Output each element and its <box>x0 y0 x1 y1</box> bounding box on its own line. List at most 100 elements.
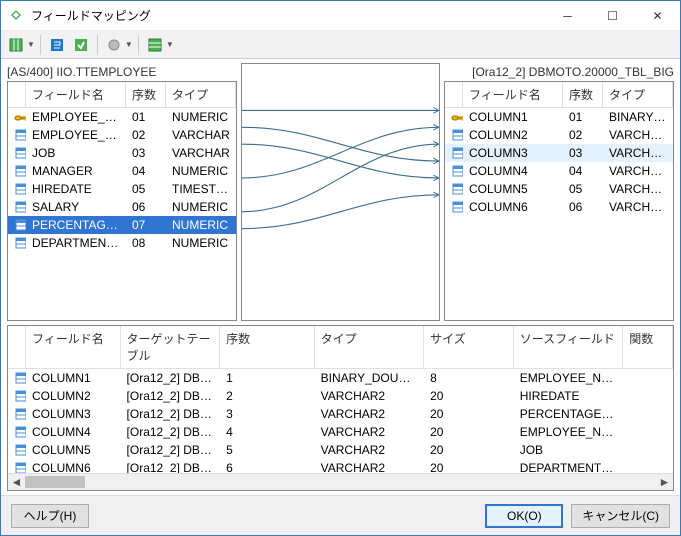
field-type: VARCHAR2 <box>315 406 424 422</box>
field-type: VARCHAR2 <box>603 199 673 215</box>
scrollbar-thumb[interactable] <box>25 476 85 488</box>
source-grid[interactable]: フィールド名 序数 タイプ EMPLOYEE_N...01NUMERICEMPL… <box>7 81 237 321</box>
table-row[interactable]: COLUMN1[Ora12_2] DBM...1BINARY_DOUBLE8EM… <box>8 369 673 387</box>
mapping-line[interactable] <box>242 144 439 212</box>
target-grid[interactable]: フィールド名 序数 タイプ COLUMN101BINARY_D...COLUMN… <box>444 81 674 321</box>
field-ordinal: 06 <box>126 199 166 215</box>
table-row[interactable]: COLUMN101BINARY_D... <box>445 108 673 126</box>
field-name: COLUMN4 <box>463 163 563 179</box>
col-header[interactable]: 関数 <box>623 326 673 368</box>
col-icon <box>14 371 26 385</box>
toolbar-btn-2[interactable] <box>46 34 68 56</box>
col-header[interactable]: ソースフィールド <box>514 326 623 368</box>
table-row[interactable]: PERCENTAGE...07NUMERIC <box>8 216 236 234</box>
field-name: COLUMN1 <box>26 370 121 386</box>
field-type: NUMERIC <box>166 109 236 125</box>
col-header[interactable]: サイズ <box>424 326 514 368</box>
table-row[interactable]: COLUMN303VARCHAR2 <box>445 144 673 162</box>
field-ordinal: 02 <box>126 127 166 143</box>
ok-button[interactable]: OK(O) <box>485 504 563 528</box>
col-icon <box>14 218 26 232</box>
scroll-right-icon[interactable]: ► <box>656 474 673 490</box>
mapping-canvas[interactable] <box>241 63 440 321</box>
field-size: 20 <box>424 388 514 404</box>
source-panel: [AS/400] IIO.TTEMPLOYEE フィールド名 序数 タイプ EM… <box>7 63 237 321</box>
field-ordinal: 03 <box>563 145 603 161</box>
scroll-left-icon[interactable]: ◄ <box>8 474 25 490</box>
col-icon <box>14 182 26 196</box>
field-func <box>623 395 673 397</box>
chevron-down-icon[interactable]: ▼ <box>125 40 133 49</box>
table-row[interactable]: EMPLOYEE_N...01NUMERIC <box>8 108 236 126</box>
toolbar-btn-5[interactable] <box>144 34 166 56</box>
table-row[interactable]: COLUMN6[Ora12_2] DBM...6VARCHAR220DEPART… <box>8 459 673 473</box>
col-icon <box>451 146 463 160</box>
field-type: VARCHAR <box>166 127 236 143</box>
table-row[interactable]: COLUMN2[Ora12_2] DBM...2VARCHAR220HIREDA… <box>8 387 673 405</box>
table-row[interactable]: COLUMN5[Ora12_2] DBM...5VARCHAR220JOB <box>8 441 673 459</box>
source-field: EMPLOYEE_NU... <box>514 370 623 386</box>
table-row[interactable]: COLUMN606VARCHAR2 <box>445 198 673 216</box>
mapping-line[interactable] <box>242 195 439 229</box>
field-ordinal: 5 <box>220 442 315 458</box>
toolbar-btn-4[interactable] <box>103 34 125 56</box>
cancel-button[interactable]: キャンセル(C) <box>571 504 670 528</box>
table-row[interactable]: JOB03VARCHAR <box>8 144 236 162</box>
table-row[interactable]: COLUMN4[Ora12_2] DBM...4VARCHAR220EMPLOY… <box>8 423 673 441</box>
col-header[interactable]: タイプ <box>166 82 236 107</box>
horizontal-scrollbar[interactable]: ◄ ► <box>8 473 673 490</box>
field-func <box>623 449 673 451</box>
col-header[interactable]: フィールド名 <box>26 326 121 368</box>
table-row[interactable]: COLUMN202VARCHAR2 <box>445 126 673 144</box>
field-ordinal: 04 <box>126 163 166 179</box>
field-size: 8 <box>424 370 514 386</box>
col-header[interactable]: タイプ <box>603 82 673 107</box>
col-header[interactable]: 序数 <box>126 82 166 107</box>
col-header[interactable]: フィールド名 <box>26 82 126 107</box>
help-button[interactable]: ヘルプ(H) <box>11 504 89 528</box>
field-type: TIMESTMP <box>166 181 236 197</box>
close-button[interactable]: ✕ <box>635 1 680 31</box>
toolbar-btn-1[interactable] <box>5 34 27 56</box>
field-name: COLUMN2 <box>463 127 563 143</box>
toolbar-btn-3[interactable] <box>70 34 92 56</box>
field-size: 20 <box>424 442 514 458</box>
field-ordinal: 02 <box>563 127 603 143</box>
maximize-button[interactable]: ☐ <box>590 1 635 31</box>
col-icon <box>451 200 463 214</box>
col-header[interactable]: 序数 <box>563 82 603 107</box>
source-label: [AS/400] IIO.TTEMPLOYEE <box>7 63 237 81</box>
field-ordinal: 01 <box>563 109 603 125</box>
col-icon <box>14 146 26 160</box>
table-row[interactable]: MANAGER04NUMERIC <box>8 162 236 180</box>
mapping-line[interactable] <box>242 144 439 178</box>
col-header[interactable]: ターゲットテーブル <box>121 326 221 368</box>
source-field: DEPARTMENT_N... <box>514 460 623 473</box>
table-row[interactable]: SALARY06NUMERIC <box>8 198 236 216</box>
field-func <box>623 467 673 469</box>
mapping-line[interactable] <box>242 127 439 161</box>
table-row[interactable]: DEPARTMENT...08NUMERIC <box>8 234 236 252</box>
col-header[interactable]: タイプ <box>315 326 424 368</box>
col-header[interactable]: フィールド名 <box>463 82 563 107</box>
table-row[interactable]: EMPLOYEE_N...02VARCHAR <box>8 126 236 144</box>
chevron-down-icon[interactable]: ▼ <box>166 40 174 49</box>
field-ordinal: 08 <box>126 235 166 251</box>
col-header[interactable]: 序数 <box>220 326 315 368</box>
field-ordinal: 03 <box>126 145 166 161</box>
field-type: NUMERIC <box>166 199 236 215</box>
field-name: EMPLOYEE_N... <box>26 109 126 125</box>
target-table: [Ora12_2] DBM... <box>121 424 221 440</box>
table-row[interactable]: COLUMN404VARCHAR2 <box>445 162 673 180</box>
table-row[interactable]: COLUMN505VARCHAR2 <box>445 180 673 198</box>
table-row[interactable]: HIREDATE05TIMESTMP <box>8 180 236 198</box>
field-name: SALARY <box>26 199 126 215</box>
field-name: COLUMN3 <box>463 145 563 161</box>
minimize-button[interactable]: ─ <box>545 1 590 31</box>
col-icon <box>14 236 26 250</box>
mapping-line[interactable] <box>242 127 439 178</box>
field-ordinal: 04 <box>563 163 603 179</box>
mapping-list[interactable]: フィールド名 ターゲットテーブル 序数 タイプ サイズ ソースフィールド 関数 … <box>7 325 674 491</box>
table-row[interactable]: COLUMN3[Ora12_2] DBM...3VARCHAR220PERCEN… <box>8 405 673 423</box>
chevron-down-icon[interactable]: ▼ <box>27 40 35 49</box>
